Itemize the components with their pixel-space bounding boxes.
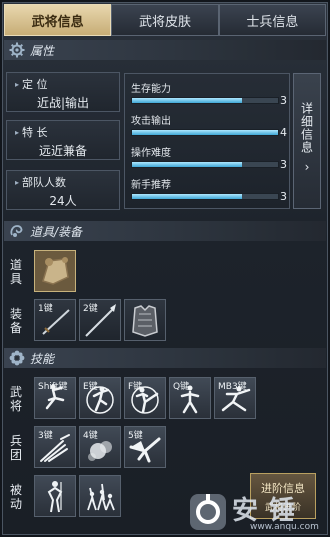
attr-value: 近战|输出 [36, 96, 90, 110]
stat-bar-fill [132, 162, 242, 167]
skills-section-header: 技能 [4, 348, 326, 368]
stat-name: 操作难度 [131, 148, 171, 159]
scroll-icon [35, 251, 75, 291]
stat-bar [131, 193, 279, 200]
troop-skill-3[interactable]: 5键 [124, 426, 166, 468]
stat-value: 3 [280, 94, 287, 107]
stat-bar [131, 97, 279, 104]
hero-skill-1[interactable]: Shift键 [34, 377, 76, 419]
sword-icon [42, 309, 70, 335]
eagle-icon [129, 437, 161, 463]
stat-name: 生存能力 [131, 84, 171, 95]
passive-skill-1[interactable] [34, 475, 76, 517]
gear-icon [8, 41, 26, 59]
attr-label: 特 长 [15, 124, 48, 140]
tab-soldier-info[interactable]: 士兵信息 [218, 4, 326, 36]
equip-slot-1[interactable]: 1键 [34, 299, 76, 341]
squad-icon [87, 483, 115, 511]
spear-icon [85, 304, 116, 337]
equip-slot-2[interactable]: 2键 [79, 299, 121, 341]
items-section-header: 道具/装备 [4, 221, 326, 241]
tab-bar: 武将信息 武将皮肤 士兵信息 [4, 4, 326, 36]
detail-info-label: 详细信息 [299, 102, 314, 154]
stat-name: 攻击输出 [131, 116, 171, 127]
attributes-section-header: 属性 [4, 40, 326, 60]
whirl-icon [86, 386, 114, 414]
flower-icon [8, 349, 26, 367]
swirl-icon [8, 222, 26, 240]
attr-label: 部队人数 [15, 174, 66, 190]
section-title: 属性 [30, 43, 55, 58]
stat-difficulty: 操作难度 3 [129, 142, 287, 172]
row-label-troop: 兵团 [9, 434, 22, 462]
stat-bar [131, 129, 279, 136]
troop-skill-1[interactable]: 3键 [34, 426, 76, 468]
watermark-logo: 安 锤 www.anqu.com [188, 488, 328, 536]
item-slot-1[interactable] [34, 250, 76, 292]
row-label-passive: 被动 [9, 483, 22, 511]
detail-info-button[interactable]: 详细信息 › [293, 73, 321, 209]
section-title: 技能 [30, 351, 55, 366]
armor-icon [132, 305, 158, 337]
watermark-url: www.anqu.com [250, 522, 319, 532]
row-label-props: 道具 [9, 258, 22, 286]
stat-value: 3 [280, 158, 287, 171]
row-label-equip: 装备 [9, 307, 22, 335]
hero-skill-5[interactable]: MB3键 [214, 377, 256, 419]
stat-bar-fill [132, 130, 278, 135]
passive-skill-2[interactable] [79, 475, 121, 517]
stats-panel: 生存能力 3 攻击输出 4 操作难度 3 新手推荐 3 [124, 73, 290, 209]
claw-icon [40, 434, 70, 462]
logo-icon [190, 494, 226, 530]
dash-icon [45, 384, 65, 410]
stat-bar [131, 161, 279, 168]
monk-icon [47, 481, 63, 513]
tab-hero-skin[interactable]: 武将皮肤 [111, 4, 219, 36]
stat-value: 4 [280, 126, 287, 139]
attr-troop-count: 部队人数 24人 [6, 170, 120, 210]
hero-skill-4[interactable]: Q键 [169, 377, 211, 419]
chevron-right-icon: › [304, 160, 310, 174]
hero-skill-2[interactable]: E键 [79, 377, 121, 419]
equip-slot-3[interactable] [124, 299, 166, 341]
stat-bar-fill [132, 194, 242, 199]
lunge-icon [221, 386, 251, 412]
tab-hero-info[interactable]: 武将信息 [4, 4, 112, 36]
row-label-hero: 武将 [9, 385, 22, 413]
attr-label: 定 位 [15, 76, 48, 92]
section-title: 道具/装备 [30, 224, 83, 239]
troop-skill-2[interactable]: 4键 [79, 426, 121, 468]
stat-value: 3 [280, 190, 287, 203]
stat-survival: 生存能力 3 [129, 78, 287, 108]
stat-bar-fill [132, 98, 242, 103]
hero-skill-3[interactable]: F键 [124, 377, 166, 419]
attr-specialty: 特 长 远近兼备 [6, 120, 120, 160]
stat-name: 新手推荐 [131, 180, 171, 191]
smoke-icon [88, 441, 112, 461]
attr-value: 24人 [49, 194, 77, 208]
attr-value: 远近兼备 [38, 144, 87, 158]
kick-icon [131, 386, 159, 414]
stat-beginner: 新手推荐 3 [129, 174, 287, 204]
stat-attack: 攻击输出 4 [129, 110, 287, 140]
stance-icon [180, 385, 200, 414]
attr-position: 定 位 近战|输出 [6, 72, 120, 112]
